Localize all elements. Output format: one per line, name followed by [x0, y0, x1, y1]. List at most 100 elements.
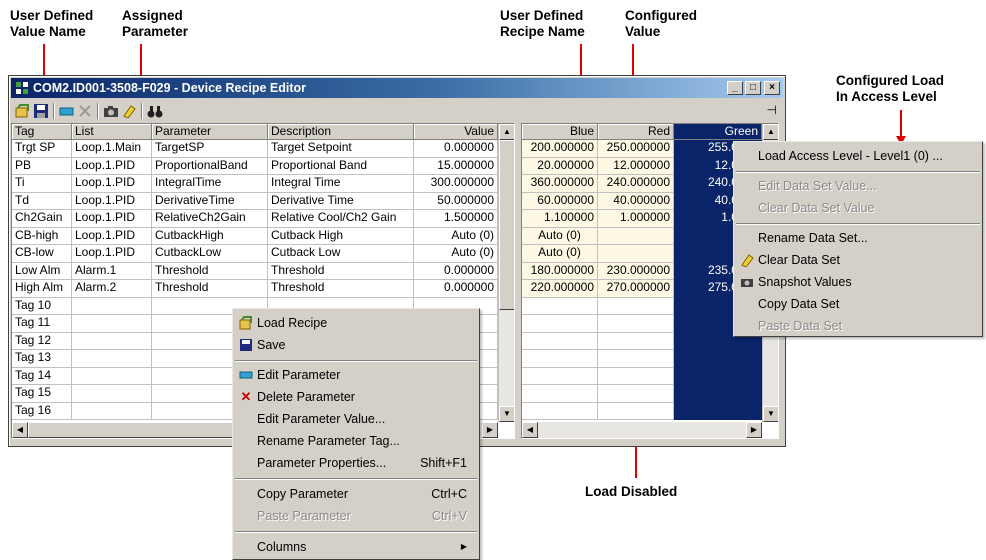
recipe-cell[interactable]	[598, 227, 674, 245]
table-cell[interactable]: Tag 15	[12, 385, 72, 403]
table-cell[interactable]: PB	[12, 157, 72, 175]
table-cell[interactable]: Derivative Time	[268, 192, 414, 210]
eraser-icon[interactable]	[121, 103, 137, 119]
table-cell[interactable]	[72, 350, 152, 368]
load-recipe-icon[interactable]	[15, 103, 31, 119]
table-cell[interactable]: Loop.1.PID	[72, 192, 152, 210]
table-cell[interactable]: High Alm	[12, 280, 72, 298]
edit-parameter-icon[interactable]	[59, 103, 75, 119]
binoculars-icon[interactable]	[147, 103, 163, 119]
recipe-cell[interactable]: 12.000000	[598, 157, 674, 175]
scroll-up-icon[interactable]: ▲	[499, 124, 514, 140]
table-cell[interactable]: Low Alm	[12, 262, 72, 280]
recipe-cell[interactable]	[598, 350, 674, 368]
recipe-cell[interactable]: 220.000000	[522, 280, 598, 298]
menu-item-edit-parameter[interactable]: Edit Parameter	[235, 364, 477, 386]
menu-item-load-access-level[interactable]: Load Access Level - Level1 (0) ...	[736, 145, 980, 167]
table-cell[interactable]: IntegralTime	[152, 175, 268, 193]
recipe-cell[interactable]	[598, 315, 674, 333]
minimize-button[interactable]: _	[727, 81, 743, 95]
table-cell[interactable]: Trgt SP	[12, 140, 72, 158]
menu-item-parameter-properties[interactable]: Parameter Properties... Shift+F1	[235, 452, 477, 474]
table-cell[interactable]: Tag 12	[12, 332, 72, 350]
table-cell[interactable]: Cutback Low	[268, 245, 414, 263]
menu-item-snapshot-values[interactable]: Snapshot Values	[736, 271, 980, 293]
recipe-cell[interactable]	[674, 367, 762, 385]
table-cell[interactable]: Threshold	[152, 262, 268, 280]
camera-icon[interactable]	[103, 103, 119, 119]
table-cell[interactable]: 0.000000	[414, 280, 498, 298]
table-cell[interactable]: Loop.1.PID	[72, 227, 152, 245]
recipe-cell[interactable]: 40.000000	[598, 192, 674, 210]
recipe-cell[interactable]: 180.000000	[522, 262, 598, 280]
recipe-cell[interactable]	[674, 350, 762, 368]
recipe-cell[interactable]	[522, 297, 598, 315]
table-cell[interactable]: CB-low	[12, 245, 72, 263]
delete-icon[interactable]	[77, 103, 93, 119]
scroll-right-icon[interactable]: ▶	[482, 422, 498, 438]
table-cell[interactable]	[72, 402, 152, 420]
table-cell[interactable]: Loop.1.PID	[72, 210, 152, 228]
menu-item-columns[interactable]: Columns ▶	[235, 536, 477, 558]
table-cell[interactable]: TargetSP	[152, 140, 268, 158]
table-cell[interactable]: CB-high	[12, 227, 72, 245]
table-cell[interactable]: Threshold	[268, 280, 414, 298]
scroll-down-icon[interactable]: ▼	[763, 406, 778, 422]
recipe-cell[interactable]	[598, 385, 674, 403]
table-cell[interactable]: Alarm.2	[72, 280, 152, 298]
recipe-cell[interactable]: 250.000000	[598, 140, 674, 158]
recipe-cell[interactable]	[598, 332, 674, 350]
recipe-cell[interactable]: 200.000000	[522, 140, 598, 158]
recipe-cell[interactable]	[522, 367, 598, 385]
scroll-left-icon[interactable]: ◀	[522, 422, 538, 438]
recipe-cell[interactable]: 60.000000	[522, 192, 598, 210]
table-cell[interactable]: 300.000000	[414, 175, 498, 193]
table-cell[interactable]: CutbackHigh	[152, 227, 268, 245]
table-cell[interactable]	[72, 332, 152, 350]
menu-item-edit-parameter-value[interactable]: Edit Parameter Value...	[235, 408, 477, 430]
scroll-up-icon[interactable]: ▲	[763, 124, 778, 140]
column-header-list[interactable]: List	[72, 124, 152, 140]
table-cell[interactable]: Threshold	[152, 280, 268, 298]
table-cell[interactable]: Loop.1.PID	[72, 245, 152, 263]
table-cell[interactable]	[72, 315, 152, 333]
recipe-cell[interactable]: 1.000000	[598, 210, 674, 228]
recipe-cell[interactable]: 20.000000	[522, 157, 598, 175]
recipe-cell[interactable]	[674, 402, 762, 420]
recipe-cell[interactable]: 270.000000	[598, 280, 674, 298]
menu-item-rename-parameter-tag[interactable]: Rename Parameter Tag...	[235, 430, 477, 452]
pin-icon[interactable]: ⊣	[767, 103, 777, 117]
recipe-cell[interactable]	[674, 385, 762, 403]
table-cell[interactable]: Auto (0)	[414, 227, 498, 245]
table-cell[interactable]: DerivativeTime	[152, 192, 268, 210]
table-cell[interactable]: Td	[12, 192, 72, 210]
table-cell[interactable]: 1.500000	[414, 210, 498, 228]
column-header-value[interactable]: Value	[414, 124, 498, 140]
recipe-header-green[interactable]: Green	[674, 124, 762, 140]
menu-item-delete-parameter[interactable]: ✕ Delete Parameter	[235, 386, 477, 408]
scroll-thumb[interactable]	[28, 422, 238, 438]
recipe-cell[interactable]	[522, 332, 598, 350]
table-cell[interactable]: Threshold	[268, 262, 414, 280]
recipe-header-blue[interactable]: Blue	[522, 124, 598, 140]
scroll-right-icon[interactable]: ▶	[746, 422, 762, 438]
table-cell[interactable]: RelativeCh2Gain	[152, 210, 268, 228]
recipe-cell[interactable]	[598, 402, 674, 420]
table-cell[interactable]: Integral Time	[268, 175, 414, 193]
table-cell[interactable]: ProportionalBand	[152, 157, 268, 175]
table-cell[interactable]: Cutback High	[268, 227, 414, 245]
recipe-grid-hscroll[interactable]: ◀ ▶	[522, 422, 762, 438]
recipe-cell[interactable]	[522, 385, 598, 403]
scroll-thumb[interactable]	[499, 140, 514, 310]
table-cell[interactable]: Tag 14	[12, 367, 72, 385]
recipe-cell[interactable]: 240.000000	[598, 175, 674, 193]
recipe-header-red[interactable]: Red	[598, 124, 674, 140]
scroll-down-icon[interactable]: ▼	[499, 406, 514, 422]
column-header-tag[interactable]: Tag	[12, 124, 72, 140]
recipe-cell[interactable]	[522, 402, 598, 420]
scroll-left-icon[interactable]: ◀	[12, 422, 28, 438]
recipe-cell[interactable]: Auto (0)	[522, 227, 598, 245]
table-cell[interactable]: 0.000000	[414, 140, 498, 158]
table-cell[interactable]: Alarm.1	[72, 262, 152, 280]
table-cell[interactable]: Loop.1.PID	[72, 157, 152, 175]
